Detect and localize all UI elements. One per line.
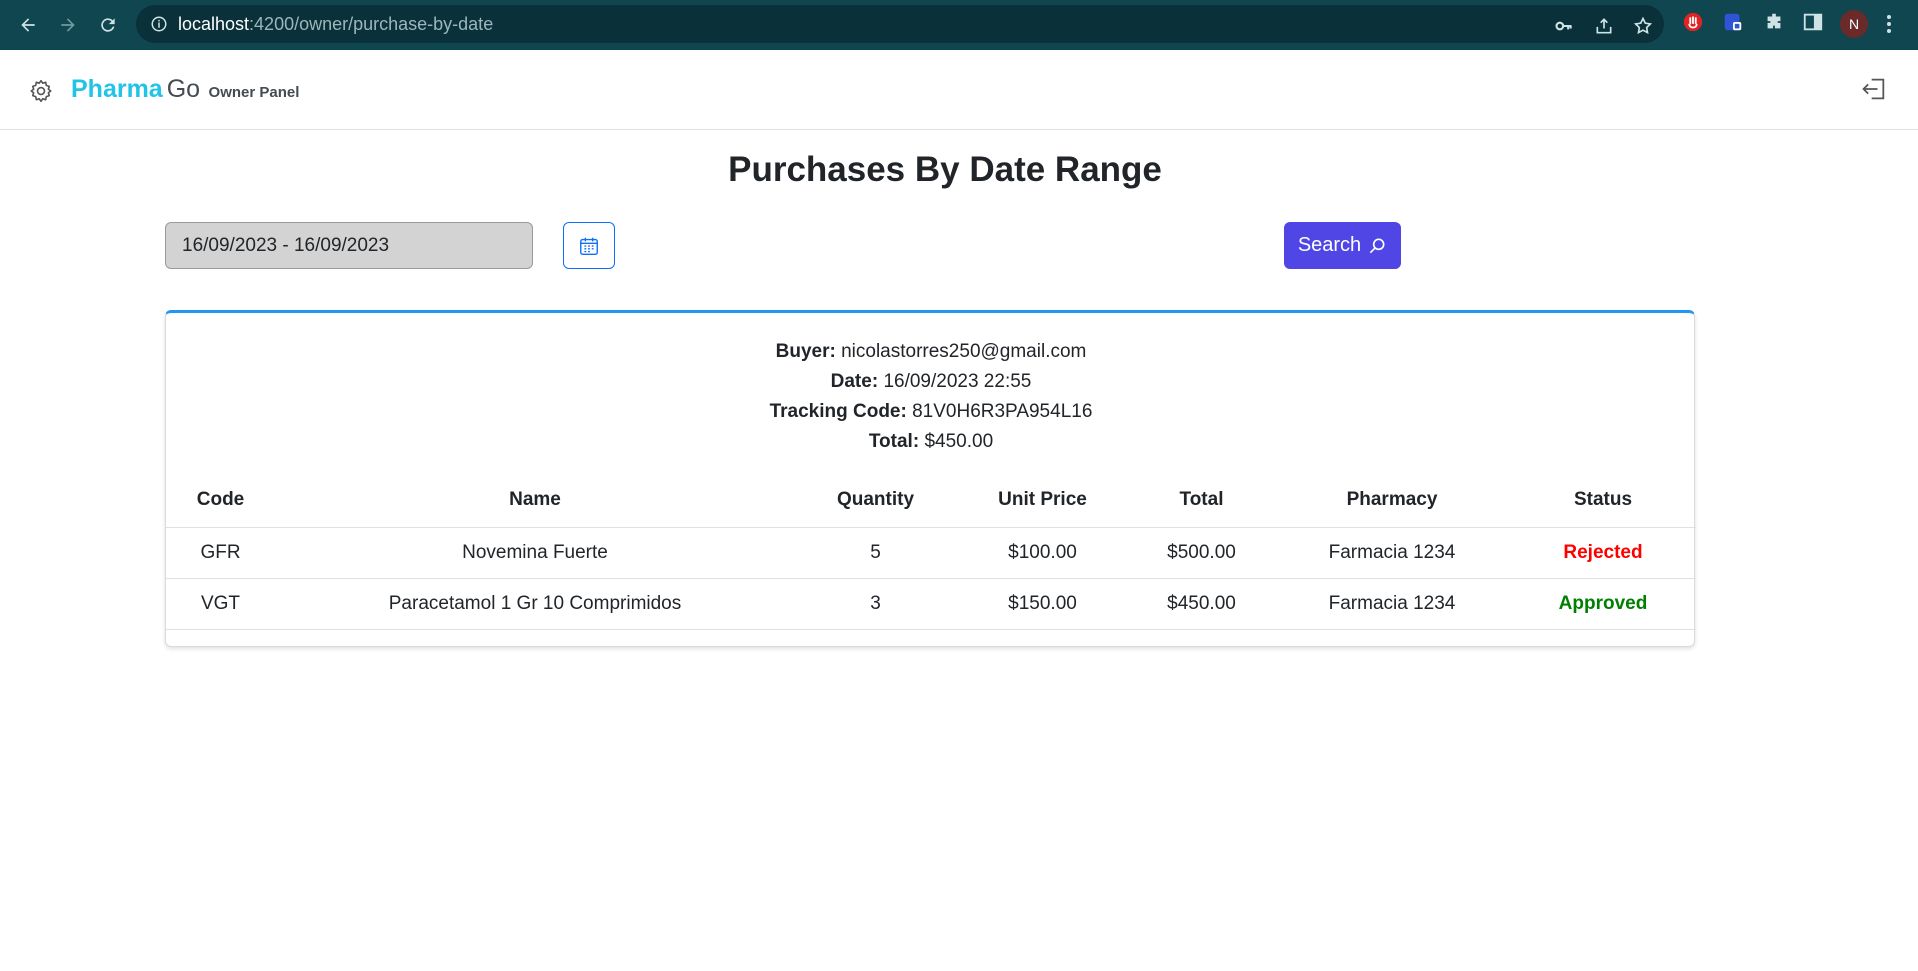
browser-toolbar: localhost:4200/owner/purchase-by-date N	[0, 0, 1918, 50]
extension-icon	[1683, 12, 1703, 32]
date-range-input[interactable]	[165, 222, 533, 269]
table-header-row: Code Name Quantity Unit Price Total Phar…	[166, 473, 1696, 528]
search-icon	[1369, 238, 1385, 253]
extensions-button[interactable]	[1763, 11, 1785, 33]
header-pharmacy: Pharmacy	[1274, 473, 1510, 528]
brand[interactable]: Pharma Go Owner Panel	[71, 75, 299, 104]
forward-arrow-icon	[61, 18, 75, 32]
page-title: Purchases By Date Range	[728, 150, 1162, 189]
cell-code: GFR	[166, 527, 275, 579]
header-code: Code	[166, 473, 275, 528]
url-text: localhost:4200/owner/purchase-by-date	[178, 14, 494, 34]
brand-primary: Pharma	[71, 75, 163, 103]
forward-button[interactable]	[54, 11, 82, 39]
logout-icon[interactable]	[1860, 75, 1888, 103]
cell-pharmacy: Farmacia 1234	[1274, 578, 1510, 630]
cell-total: $450.00	[1129, 578, 1274, 630]
header-status: Status	[1510, 473, 1696, 528]
side-panel-button[interactable]	[1802, 11, 1824, 33]
extension-red[interactable]	[1682, 11, 1704, 33]
cell-name: Novemina Fuerte	[275, 527, 795, 579]
back-button[interactable]	[14, 11, 42, 39]
date-value: 16/09/2023 22:55	[883, 371, 1032, 392]
back-arrow-icon	[21, 18, 35, 32]
buyer-line: Buyer: nicolastorres250@gmail.com	[166, 337, 1696, 367]
side-panel-icon	[1803, 13, 1823, 31]
header-total: Total	[1129, 473, 1274, 528]
total-label: Total:	[868, 431, 920, 452]
status-badge: Approved	[1510, 578, 1696, 630]
table-row: GFR Novemina Fuerte 5 $100.00 $500.00 Fa…	[166, 527, 1696, 579]
tracking-line: Tracking Code: 81V0H6R3PA954L16	[166, 397, 1696, 427]
key-icon[interactable]	[1554, 16, 1574, 36]
date-line: Date: 16/09/2023 22:55	[166, 367, 1696, 397]
panel-label: Owner Panel	[208, 84, 300, 101]
extension-icon	[1724, 13, 1742, 31]
site-info-icon[interactable]	[150, 15, 168, 33]
app-navbar: Pharma Go Owner Panel	[0, 50, 1918, 130]
cell-quantity: 5	[795, 527, 956, 579]
purchase-info: Buyer: nicolastorres250@gmail.com Date: …	[166, 337, 1696, 457]
table-row: VGT Paracetamol 1 Gr 10 Comprimidos 3 $1…	[166, 578, 1696, 630]
profile-avatar[interactable]: N	[1840, 10, 1868, 38]
share-icon[interactable]	[1594, 16, 1614, 36]
kebab-menu-icon[interactable]	[1885, 12, 1893, 36]
cell-pharmacy: Farmacia 1234	[1274, 527, 1510, 579]
header-unit-price: Unit Price	[956, 473, 1129, 528]
date-label: Date:	[830, 371, 879, 392]
extension-shield[interactable]	[1722, 11, 1744, 33]
search-button[interactable]: Search	[1284, 222, 1401, 269]
gear-icon[interactable]	[28, 78, 54, 104]
cell-unit-price: $150.00	[956, 578, 1129, 630]
calendar-button[interactable]	[563, 222, 615, 269]
total-line: Total: $450.00	[166, 427, 1696, 457]
address-bar[interactable]: localhost:4200/owner/purchase-by-date	[136, 5, 1664, 43]
tracking-value: 81V0H6R3PA954L16	[912, 401, 1093, 422]
reload-icon	[101, 18, 115, 32]
tracking-label: Tracking Code:	[769, 401, 907, 422]
cell-unit-price: $100.00	[956, 527, 1129, 579]
header-quantity: Quantity	[795, 473, 956, 528]
cell-name: Paracetamol 1 Gr 10 Comprimidos	[275, 578, 795, 630]
search-button-label: Search	[1297, 234, 1362, 256]
buyer-label: Buyer:	[775, 341, 836, 362]
cell-quantity: 3	[795, 578, 956, 630]
cell-code: VGT	[166, 578, 275, 630]
purchase-items-table: Code Name Quantity Unit Price Total Phar…	[166, 473, 1696, 630]
buyer-value: nicolastorres250@gmail.com	[841, 341, 1087, 362]
purchase-card: Buyer: nicolastorres250@gmail.com Date: …	[165, 310, 1696, 647]
reload-button[interactable]	[94, 11, 122, 39]
brand-secondary: Go	[166, 75, 201, 103]
status-badge: Rejected	[1510, 527, 1696, 579]
cell-total: $500.00	[1129, 527, 1274, 579]
puzzle-icon	[1767, 13, 1781, 29]
calendar-icon	[580, 237, 598, 255]
star-icon[interactable]	[1633, 16, 1653, 36]
total-value: $450.00	[924, 431, 994, 452]
header-name: Name	[275, 473, 795, 528]
